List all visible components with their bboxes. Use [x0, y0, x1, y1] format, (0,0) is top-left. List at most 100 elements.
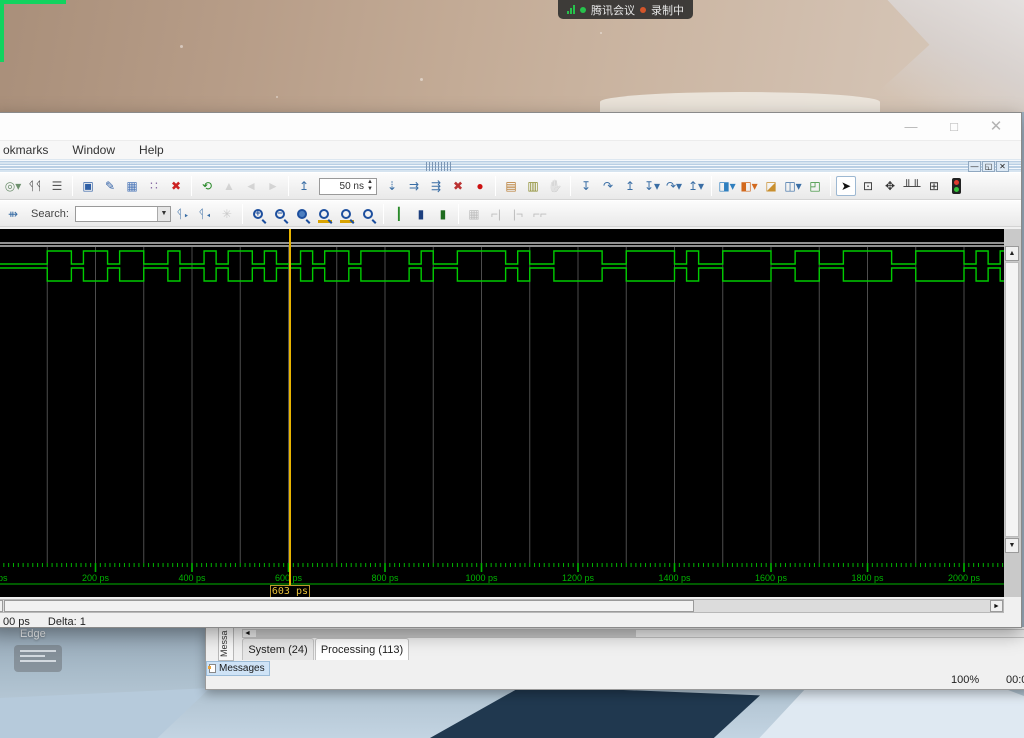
cursor-time-box[interactable]: 603 ps — [270, 585, 310, 597]
scrollbar-thumb[interactable] — [256, 630, 636, 637]
scroll-left-arrow-icon[interactable]: ◄ — [0, 600, 3, 612]
find-button[interactable]: ᛩᛩ — [25, 176, 45, 196]
minimize-button[interactable]: — — [896, 118, 926, 136]
wave-hscrollbar[interactable]: ◄ ► — [0, 599, 1004, 613]
break-button[interactable]: ✖ — [448, 176, 468, 196]
step-into-opt-button[interactable]: ↧▾ — [642, 176, 662, 196]
meeting-recording-pill[interactable]: 腾讯会议 录制中 — [558, 0, 693, 19]
zoom-range-button[interactable] — [336, 204, 356, 224]
zoom-selection-button[interactable] — [358, 204, 378, 224]
quit-simulation-button[interactable]: ✖ — [166, 176, 186, 196]
zoom-cursor-button[interactable] — [314, 204, 334, 224]
pane-undock-button[interactable]: ◱ — [982, 161, 995, 172]
go-up-button[interactable]: ▲ — [219, 176, 239, 196]
hand-button[interactable]: ✋ — [545, 176, 565, 196]
step-into-button[interactable]: ↧ — [576, 176, 596, 196]
titlebar[interactable]: — □ ✕ — [0, 113, 1021, 141]
run-length-field[interactable]: 50 ns▲▼ — [319, 178, 377, 195]
add-list-icon: ◧▾ — [740, 179, 757, 193]
step-out-button[interactable]: ↥ — [620, 176, 640, 196]
edit-wave-button[interactable]: ⊞ — [924, 176, 944, 196]
insert-cursor-button[interactable]: ┃ — [389, 204, 409, 224]
random-stimulus-button[interactable]: ∷ — [144, 176, 164, 196]
run-button[interactable]: ⇣ — [382, 176, 402, 196]
edge-next-button[interactable]: |¬ — [508, 204, 528, 224]
messages-vertical-tab[interactable]: Messa — [218, 627, 234, 661]
transcript-hscrollbar[interactable]: ◄ — [242, 629, 1024, 638]
scroll-left-arrow-icon[interactable]: ◄ — [244, 630, 255, 637]
go-back-button[interactable]: ◄ — [241, 176, 261, 196]
add-dataflow-button[interactable]: ◰ — [805, 176, 825, 196]
cursor-pair-button[interactable]: ╨╨ — [902, 176, 922, 196]
select-mode-button[interactable]: ➤ — [836, 176, 856, 196]
add-schematic-button[interactable]: ◫▾ — [783, 176, 803, 196]
add-list-button[interactable]: ◧▾ — [739, 176, 759, 196]
menu-window[interactable]: Window — [72, 143, 115, 157]
pane-close-button[interactable]: ✕ — [996, 161, 1009, 172]
step-over-opt-button[interactable]: ↷▾ — [664, 176, 684, 196]
block-green-button[interactable]: ▮ — [433, 204, 453, 224]
edge-desktop-icon-label[interactable]: Edge — [20, 628, 46, 640]
hscroll-thumb[interactable] — [4, 600, 694, 612]
wave-timeline[interactable]: 0 ps200 ps400 ps600 ps800 ps1000 ps1200 … — [0, 563, 1004, 597]
wave-cursor-line[interactable] — [289, 229, 291, 585]
options-dropdown-icon: ◎▾ — [5, 179, 22, 193]
edge-previous-button[interactable]: ⌐| — [486, 204, 506, 224]
toolbar-group: ▣✎▦∷✖ — [78, 176, 186, 196]
traffic-light-button[interactable] — [946, 176, 966, 196]
stop-button[interactable]: ● — [470, 176, 490, 196]
pane-minimize-button[interactable]: — — [968, 161, 981, 172]
run-continue-button[interactable]: ⇉ — [404, 176, 424, 196]
tab-processing[interactable]: Processing (113) — [315, 638, 409, 660]
step-out-opt-button[interactable]: ↥▾ — [686, 176, 706, 196]
hand-icon: ✋ — [548, 179, 563, 193]
doc-report-button[interactable]: ▤ — [501, 176, 521, 196]
zoom-out-button[interactable]: − — [270, 204, 290, 224]
desktop-widget[interactable] — [14, 645, 62, 672]
options-dropdown-button[interactable]: ◎▾ — [3, 176, 23, 196]
compile-button[interactable]: ▣ — [78, 176, 98, 196]
search-input[interactable]: ▼ — [75, 206, 171, 222]
step-over-icon: ↷ — [603, 179, 613, 193]
vscroll-track[interactable] — [1005, 262, 1019, 537]
simulate-button[interactable]: ▦ — [122, 176, 142, 196]
close-button[interactable]: ✕ — [981, 118, 1011, 136]
block-blue-button[interactable]: ▮ — [411, 204, 431, 224]
dock-grip[interactable] — [426, 162, 452, 171]
add-wave-button[interactable]: ◨▾ — [717, 176, 737, 196]
search-dropdown-icon[interactable]: ▼ — [157, 207, 170, 221]
zoom-full-button[interactable] — [292, 204, 312, 224]
restart-sim-button[interactable]: ↥ — [294, 176, 314, 196]
hierarchy-button[interactable]: ☰ — [47, 176, 67, 196]
go-forward-button[interactable]: ► — [263, 176, 283, 196]
waveform-canvas[interactable] — [0, 229, 1004, 563]
wave-vscrollbar[interactable]: ▲ ▼ — [1004, 229, 1021, 597]
add-log-button[interactable]: ◪ — [761, 176, 781, 196]
search-options-button[interactable]: ✳ — [217, 204, 237, 224]
restart-button[interactable]: ⟲ — [197, 176, 217, 196]
tab-system[interactable]: System (24) — [242, 638, 314, 660]
run-length-spinner[interactable]: ▲▼ — [365, 179, 375, 194]
doc-wave-button[interactable]: ▥ — [523, 176, 543, 196]
maximize-button[interactable]: □ — [939, 118, 969, 136]
run-all-button[interactable]: ⇶ — [426, 176, 446, 196]
menu-bookmarks[interactable]: okmarks — [3, 143, 48, 157]
menu-help[interactable]: Help — [139, 143, 164, 157]
signal-0-trace — [0, 251, 1004, 264]
external-link-button[interactable]: ⇻ — [3, 204, 23, 224]
step-over-button[interactable]: ↷ — [598, 176, 618, 196]
meeting-app-name: 腾讯会议 — [591, 2, 635, 18]
zoom-in-button[interactable]: + — [248, 204, 268, 224]
find-previous-icon: ᛩ◂ — [198, 207, 212, 221]
scroll-right-arrow-icon[interactable]: ► — [990, 600, 1003, 612]
compile-all-button[interactable]: ✎ — [100, 176, 120, 196]
scroll-down-arrow-icon[interactable]: ▼ — [1005, 538, 1019, 553]
find-next-button[interactable]: ᛩ▸ — [173, 204, 193, 224]
scroll-up-arrow-icon[interactable]: ▲ — [1005, 246, 1019, 261]
find-previous-button[interactable]: ᛩ◂ — [195, 204, 215, 224]
edge-pair-button[interactable]: ⌐⌐ — [530, 204, 550, 224]
zoom-mode-button[interactable]: ⊡ — [858, 176, 878, 196]
pan-mode-button[interactable]: ✥ — [880, 176, 900, 196]
grid-pattern-button[interactable]: ▦ — [464, 204, 484, 224]
dock-handle-bar[interactable]: — ◱ ✕ — [0, 159, 1021, 172]
